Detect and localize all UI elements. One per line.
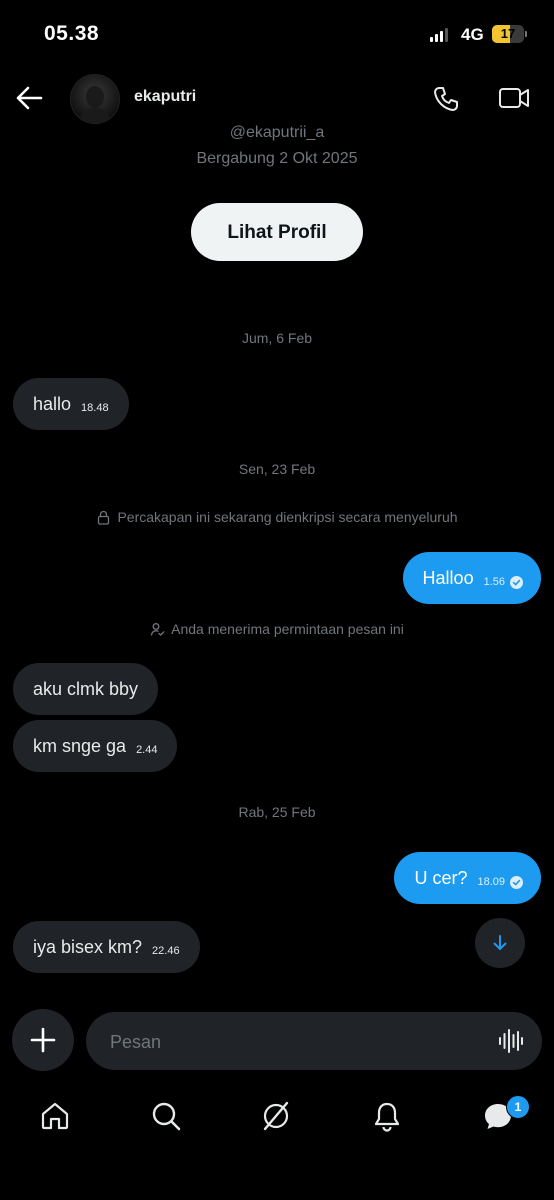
battery-tip [525,31,527,37]
home-icon[interactable] [39,1100,71,1132]
message-time: 1.56 [483,576,505,588]
battery-icon: 17 [492,25,524,43]
message-text: hallo [33,393,72,414]
profile-joined-date: Bergabung 2 Okt 2025 [196,150,358,167]
battery-level: 17 [500,26,516,41]
status-time: 05.38 [44,22,100,45]
person-check-icon [150,622,165,636]
notifications-bell-icon[interactable] [371,1100,403,1132]
encryption-notice-text: Percakapan ini sekarang dienkripsi secar… [117,509,458,525]
message-incoming[interactable]: iya bisex km? 22.46 [13,921,200,973]
accepted-request-notice: Anda menerima permintaan pesan ini [0,621,554,637]
messages-unread-badge: 1 [506,1095,530,1119]
network-type: 4G [461,25,484,44]
back-arrow-icon[interactable] [14,84,44,112]
arrow-down-icon [493,935,507,950]
encryption-notice: Percakapan ini sekarang dienkripsi secar… [0,509,554,525]
chat-username[interactable]: ekaputri [134,88,196,106]
message-text: U cer? [414,867,468,888]
message-incoming[interactable]: aku clmk bby [13,663,159,715]
attach-button[interactable] [12,1009,74,1071]
message-text: aku clmk bby [33,678,139,699]
message-incoming[interactable]: km snge ga 2.44 [13,720,178,772]
profile-handle: @ekaputrii_a [229,124,325,141]
avatar[interactable] [70,74,120,124]
date-separator: Jum, 6 Feb [241,330,313,346]
plus-icon [30,1027,56,1053]
scroll-to-bottom-button[interactable] [475,918,525,968]
message-time: 18.09 [477,876,505,888]
message-text: Halloo [422,567,474,588]
date-separator: Rab, 25 Feb [238,804,316,820]
read-check-icon [510,575,523,589]
search-icon[interactable] [150,1100,182,1132]
message-text: km snge ga [33,735,127,756]
voice-message-icon[interactable] [498,1028,524,1054]
message-text: iya bisex km? [33,936,143,957]
phone-call-icon[interactable] [431,84,461,114]
lock-icon [98,510,110,525]
message-time: 22.46 [152,945,180,957]
message-outgoing[interactable]: Halloo 1.56 [402,552,541,604]
signal-icon [430,28,448,42]
message-time: 2.44 [136,744,158,756]
message-field[interactable] [86,1012,542,1072]
video-call-icon[interactable] [498,84,530,112]
view-profile-button[interactable]: Lihat Profil [191,203,363,261]
message-incoming[interactable]: hallo 18.48 [13,378,129,430]
grok-icon[interactable] [260,1100,292,1132]
message-outgoing[interactable]: U cer? 18.09 [394,852,541,904]
read-check-icon [510,875,523,889]
accepted-notice-text: Anda menerima permintaan pesan ini [171,621,404,637]
message-input[interactable] [108,1012,472,1072]
date-separator: Sen, 23 Feb [238,461,316,477]
message-time: 18.48 [81,402,109,414]
